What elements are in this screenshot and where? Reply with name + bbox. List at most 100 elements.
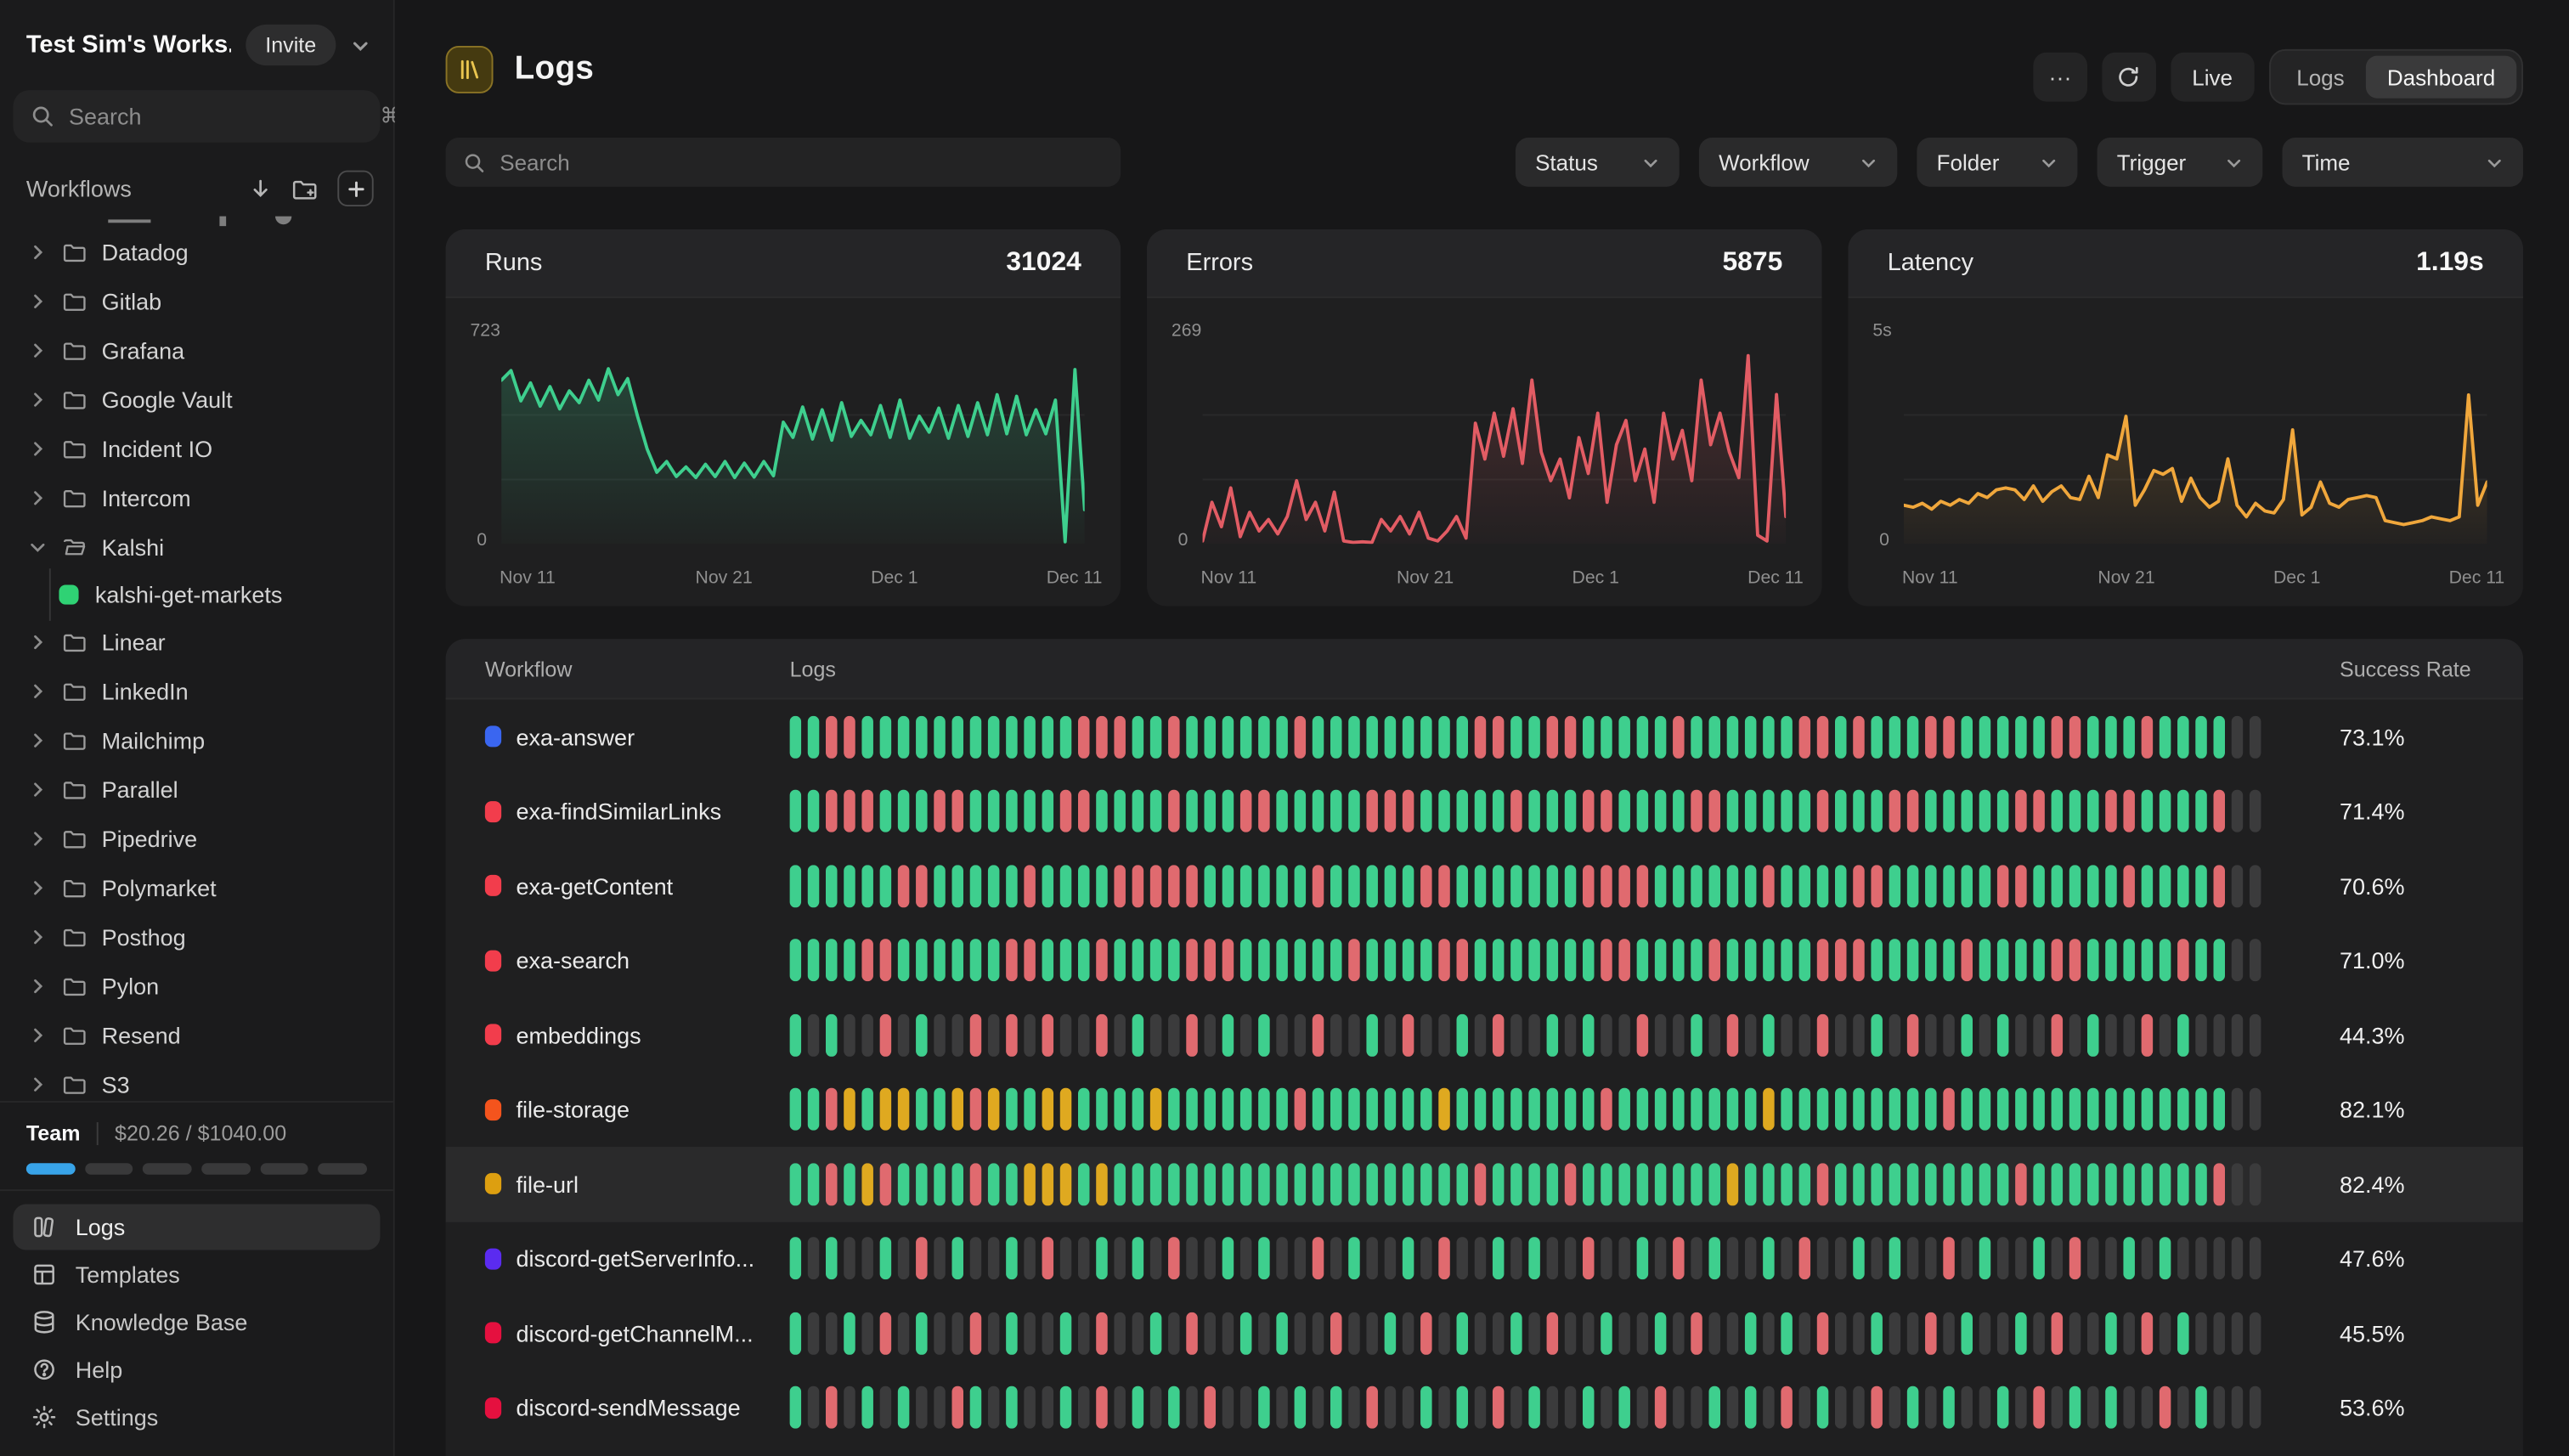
log-bar[interactable]: [1114, 790, 1126, 832]
log-bar[interactable]: [1168, 940, 1180, 982]
log-bar[interactable]: [1475, 1088, 1487, 1131]
log-bar[interactable]: [2177, 1013, 2189, 1056]
log-bar[interactable]: [1528, 940, 1540, 982]
log-bar[interactable]: [1763, 1163, 1775, 1205]
log-bar[interactable]: [2142, 865, 2154, 907]
log-bar[interactable]: [1042, 1013, 1054, 1056]
log-bar[interactable]: [1042, 790, 1054, 832]
log-bar[interactable]: [1907, 865, 1919, 907]
log-bar[interactable]: [1493, 1088, 1505, 1131]
log-bar[interactable]: [1186, 1386, 1198, 1429]
log-bar[interactable]: [1997, 1163, 2009, 1205]
log-bar[interactable]: [2160, 715, 2171, 758]
log-bar[interactable]: [1565, 715, 1577, 758]
log-bar[interactable]: [861, 1238, 873, 1280]
log-bar[interactable]: [2033, 1163, 2045, 1205]
log-bar[interactable]: [1979, 865, 1991, 907]
log-bar[interactable]: [988, 865, 1000, 907]
log-bar[interactable]: [2123, 1386, 2135, 1429]
log-bar[interactable]: [790, 940, 802, 982]
log-bar[interactable]: [1528, 715, 1540, 758]
log-bar[interactable]: [2160, 1238, 2171, 1280]
log-bar[interactable]: [1385, 865, 1397, 907]
log-bar[interactable]: [1385, 1312, 1397, 1354]
log-bar[interactable]: [1168, 1013, 1180, 1056]
log-bar[interactable]: [790, 1386, 802, 1429]
log-bar[interactable]: [1745, 1088, 1757, 1131]
sidebar-item-templates[interactable]: Templates: [13, 1251, 380, 1297]
log-bar[interactable]: [1132, 1386, 1144, 1429]
log-bar[interactable]: [790, 790, 802, 832]
log-bar[interactable]: [826, 1163, 838, 1205]
log-bar[interactable]: [1222, 940, 1234, 982]
log-bars[interactable]: [790, 1163, 2294, 1205]
log-bar[interactable]: [1385, 1088, 1397, 1131]
log-bar[interactable]: [1078, 715, 1090, 758]
log-bar[interactable]: [1186, 1238, 1198, 1280]
log-bar[interactable]: [1024, 1163, 1036, 1205]
log-bar[interactable]: [1348, 790, 1360, 832]
log-bar[interactable]: [1565, 1088, 1577, 1131]
log-bar[interactable]: [826, 715, 838, 758]
log-bar[interactable]: [1601, 940, 1612, 982]
log-bar[interactable]: [1024, 715, 1036, 758]
log-bar[interactable]: [1276, 1013, 1288, 1056]
log-bar[interactable]: [2052, 1088, 2064, 1131]
log-bar[interactable]: [1222, 865, 1234, 907]
log-bar[interactable]: [2177, 1312, 2189, 1354]
log-bar[interactable]: [1078, 1163, 1090, 1205]
log-bar[interactable]: [2105, 715, 2117, 758]
log-bar[interactable]: [790, 1312, 802, 1354]
log-bar[interactable]: [1006, 1163, 1018, 1205]
log-bar[interactable]: [1745, 1312, 1757, 1354]
log-bar[interactable]: [951, 1238, 963, 1280]
log-bar[interactable]: [1799, 1088, 1811, 1131]
log-bar[interactable]: [1547, 790, 1559, 832]
log-bar[interactable]: [1673, 1238, 1685, 1280]
log-bar[interactable]: [1781, 1013, 1793, 1056]
log-bar[interactable]: [1186, 940, 1198, 982]
log-bar[interactable]: [1096, 940, 1108, 982]
log-bar[interactable]: [2033, 1312, 2045, 1354]
log-bar[interactable]: [2177, 1238, 2189, 1280]
log-bar[interactable]: [1240, 940, 1252, 982]
log-bar[interactable]: [1979, 790, 1991, 832]
log-bar[interactable]: [1240, 1088, 1252, 1131]
log-bar[interactable]: [1475, 1386, 1487, 1429]
log-bar[interactable]: [2087, 1312, 2099, 1354]
log-bar[interactable]: [1637, 1163, 1649, 1205]
log-bar[interactable]: [1006, 940, 1018, 982]
log-bar[interactable]: [1547, 1238, 1559, 1280]
log-bar[interactable]: [826, 1238, 838, 1280]
log-bar[interactable]: [2250, 1386, 2261, 1429]
sidebar-folder-intercom[interactable]: Intercom: [13, 473, 380, 522]
log-bar[interactable]: [1601, 1386, 1612, 1429]
live-button[interactable]: Live: [2171, 53, 2254, 102]
log-bar[interactable]: [1403, 790, 1414, 832]
log-bar[interactable]: [861, 865, 873, 907]
log-bar[interactable]: [2142, 1386, 2154, 1429]
log-bar[interactable]: [988, 790, 1000, 832]
log-bar[interactable]: [2250, 1013, 2261, 1056]
log-bar[interactable]: [1961, 865, 1973, 907]
log-bar[interactable]: [2087, 865, 2099, 907]
log-bars[interactable]: [790, 1238, 2294, 1280]
log-bar[interactable]: [1168, 1312, 1180, 1354]
log-bar[interactable]: [1348, 1163, 1360, 1205]
log-bar[interactable]: [988, 1238, 1000, 1280]
log-bar[interactable]: [1583, 865, 1595, 907]
log-bar[interactable]: [2177, 1386, 2189, 1429]
sidebar-search-input[interactable]: [69, 103, 365, 129]
log-bar[interactable]: [2160, 940, 2171, 982]
log-bar[interactable]: [951, 1163, 963, 1205]
log-bar[interactable]: [844, 865, 855, 907]
log-bar[interactable]: [970, 1013, 982, 1056]
log-bar[interactable]: [1871, 865, 1883, 907]
log-bar[interactable]: [916, 790, 928, 832]
log-bar[interactable]: [1276, 1312, 1288, 1354]
log-bar[interactable]: [1276, 865, 1288, 907]
log-bar[interactable]: [1943, 1013, 1955, 1056]
log-bar[interactable]: [790, 715, 802, 758]
log-bar[interactable]: [1601, 1013, 1612, 1056]
log-bar[interactable]: [1222, 1312, 1234, 1354]
